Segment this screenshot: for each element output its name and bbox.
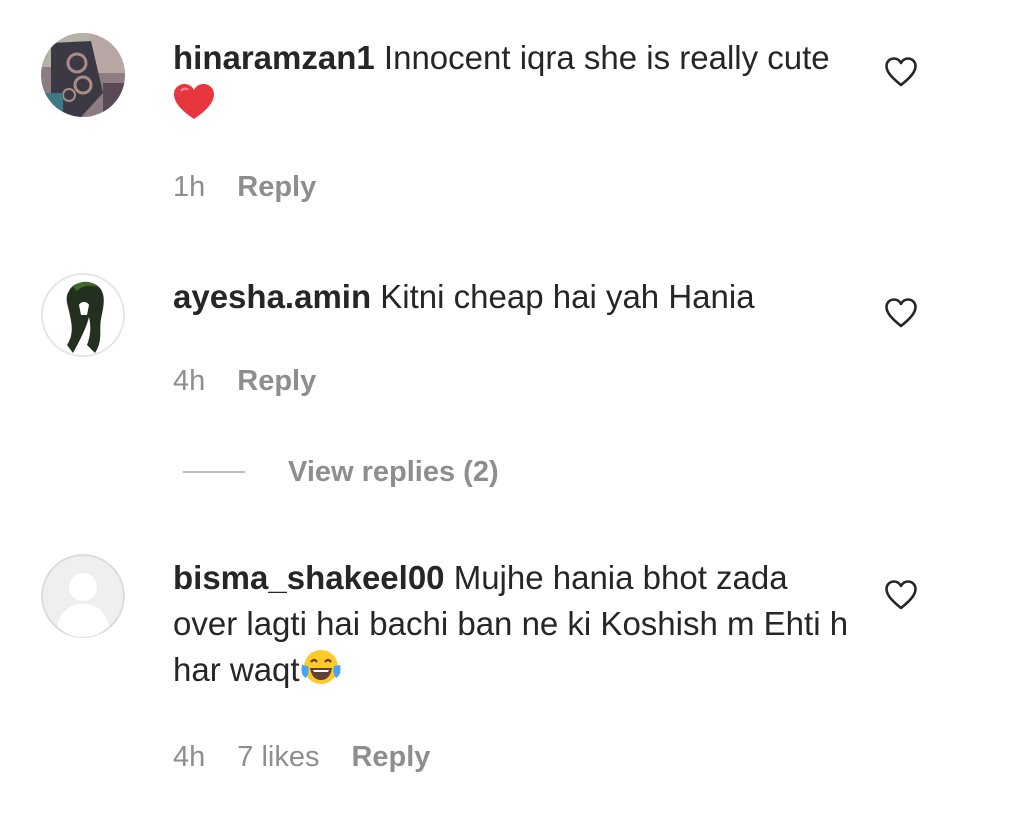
avatar[interactable] bbox=[41, 33, 125, 117]
comment-body: hinaramzan1 Innocent iqra she is really … bbox=[173, 35, 853, 133]
replies-divider bbox=[183, 471, 245, 473]
comment-text: Kitni cheap hai yah Hania bbox=[380, 278, 755, 315]
view-replies-label: View replies (2) bbox=[288, 455, 499, 488]
default-avatar-icon bbox=[41, 554, 125, 638]
reply-button[interactable]: Reply bbox=[237, 170, 316, 204]
like-comment-button[interactable] bbox=[884, 579, 918, 611]
comment-body: bisma_shakeel00 Mujhe hania bhot zada ov… bbox=[173, 555, 853, 699]
reply-button[interactable]: Reply bbox=[237, 364, 316, 398]
comment-username[interactable]: bisma_shakeel00 bbox=[173, 559, 445, 596]
comment-time: 1h bbox=[173, 171, 206, 203]
comment-time: 4h bbox=[173, 365, 206, 397]
avatar[interactable] bbox=[41, 273, 125, 357]
comment-meta: 1h Reply bbox=[173, 170, 316, 204]
comment-username[interactable]: hinaramzan1 bbox=[173, 39, 375, 76]
comment-username[interactable]: ayesha.amin bbox=[173, 278, 371, 315]
comment-time: 4h bbox=[173, 741, 206, 773]
comment-body: ayesha.amin Kitni cheap hai yah Hania bbox=[173, 274, 853, 320]
comment-text: Innocent iqra she is really cute bbox=[383, 39, 830, 76]
red-heart-icon bbox=[173, 83, 215, 133]
heart-outline-icon bbox=[885, 580, 917, 610]
face-with-tears-of-joy-icon bbox=[300, 647, 342, 699]
avatar[interactable] bbox=[41, 554, 125, 638]
comment-meta: 4h Reply bbox=[173, 364, 316, 398]
heart-outline-icon bbox=[885, 57, 917, 87]
like-comment-button[interactable] bbox=[884, 56, 918, 88]
comment-meta: 4h 7 likes Reply bbox=[173, 740, 430, 774]
like-comment-button[interactable] bbox=[884, 297, 918, 329]
reply-button[interactable]: Reply bbox=[351, 740, 430, 774]
heart-outline-icon bbox=[885, 298, 917, 328]
comment-likes-count[interactable]: 7 likes bbox=[237, 740, 319, 774]
view-replies-button[interactable]: View replies (2) bbox=[183, 452, 499, 492]
